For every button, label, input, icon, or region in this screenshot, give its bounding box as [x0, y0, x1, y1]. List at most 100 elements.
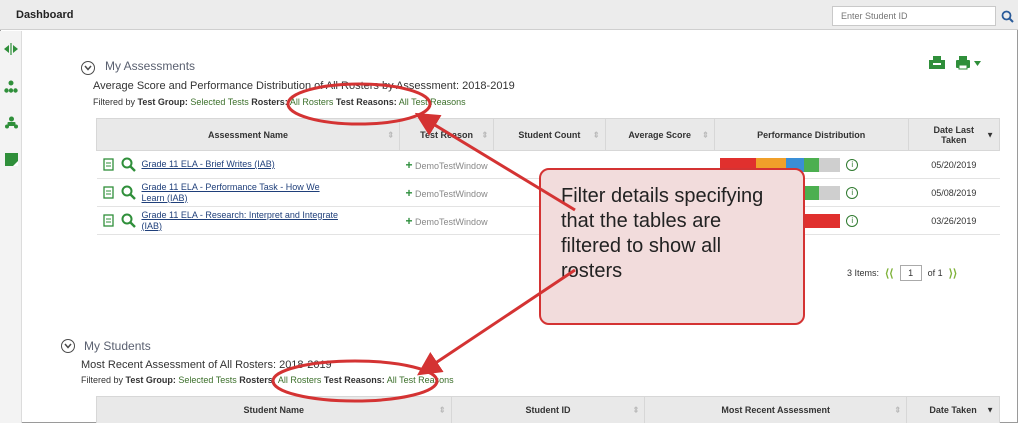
- note-icon: [4, 152, 18, 166]
- test-reason: DemoTestWindow: [415, 160, 488, 171]
- filter-reasons-label: Test Reasons:: [335, 97, 397, 107]
- sort-icon: ⇕: [481, 130, 489, 139]
- sort-icon: ⇕: [592, 130, 600, 139]
- filter-test-group-value: Selected Tests: [178, 375, 237, 385]
- page-title: Dashboard: [16, 9, 74, 21]
- performance-segment: [818, 157, 841, 172]
- col-date-taken[interactable]: Date Taken ▼: [906, 396, 1000, 423]
- students-collapse-toggle[interactable]: [61, 339, 75, 353]
- col-most-recent-assessment[interactable]: Most Recent Assessment ⇕: [644, 396, 908, 423]
- students-table: Student Name ⇕ Student ID ⇕ Most Recent As…: [96, 396, 1000, 423]
- chevron-down-icon: [84, 65, 92, 71]
- col-label: Date Taken: [929, 405, 977, 415]
- document-icon[interactable]: [102, 214, 115, 227]
- items-count: 3 Items:: [847, 268, 880, 278]
- col-label: Student ID: [525, 405, 571, 415]
- col-date-last-taken[interactable]: Date Last Taken ▼: [907, 118, 1001, 151]
- col-average-score[interactable]: Average Score ⇕: [604, 118, 715, 151]
- filter-prefix: Filtered by: [93, 97, 136, 107]
- info-icon[interactable]: i: [846, 214, 859, 227]
- document-icon[interactable]: [102, 158, 115, 171]
- performance-segment: [804, 185, 819, 200]
- filter-reasons-value: All Test Reasons: [398, 97, 466, 107]
- sort-icon: ⇕: [894, 405, 902, 415]
- annotation-callout: Filter details specifying that the table…: [539, 168, 805, 325]
- page-number-input[interactable]: 1: [899, 265, 922, 281]
- date-last-taken: 03/26/2019: [908, 206, 1000, 235]
- assessment-link[interactable]: Grade 11 ELA - Performance Task - How We…: [142, 182, 342, 204]
- export-icon: [929, 56, 945, 69]
- callout-text: Filter details specifying that the table…: [561, 185, 764, 282]
- rosters-button[interactable]: [3, 79, 19, 95]
- date-last-taken: 05/20/2019: [908, 150, 1000, 179]
- performance-segment: [818, 185, 841, 200]
- test-reason: DemoTestWindow: [415, 188, 488, 199]
- magnify-chart-icon[interactable]: [121, 185, 136, 200]
- col-label: Date Last Taken: [933, 124, 975, 145]
- next-page-icon[interactable]: ⟩⟩: [949, 267, 958, 280]
- col-test-reason[interactable]: Test Reason ⇕: [399, 118, 495, 151]
- search-icon: [1001, 10, 1014, 23]
- col-label: Most Recent Assessment: [721, 405, 831, 415]
- expand-collapse-button[interactable]: [3, 41, 19, 57]
- magnify-chart-icon[interactable]: [121, 157, 136, 172]
- col-student-name[interactable]: Student Name ⇕: [96, 396, 452, 423]
- info-icon[interactable]: i: [846, 186, 859, 199]
- assessments-collapse-toggle[interactable]: [81, 61, 95, 75]
- chevron-down-icon: [64, 343, 72, 349]
- col-label: Performance Distribution: [757, 129, 866, 140]
- col-performance-distribution: Performance Distribution: [713, 118, 909, 151]
- performance-segment: [804, 157, 819, 172]
- people-icon: [4, 116, 18, 129]
- hierarchy-icon: [4, 80, 18, 93]
- assessments-filter-details: Filtered by Test Group: Selected Tests R…: [93, 97, 466, 107]
- filter-test-group-value: Selected Tests: [190, 97, 249, 107]
- sort-icon: ⇕: [632, 405, 640, 415]
- filter-reasons-value: All Test Reasons: [386, 375, 454, 385]
- test-reason: DemoTestWindow: [415, 216, 488, 227]
- printer-icon: [956, 56, 981, 70]
- filter-test-group-label: Test Group:: [137, 97, 188, 107]
- sort-desc-icon: ▼: [986, 405, 994, 415]
- col-label: Student Name: [243, 405, 305, 415]
- sort-icon: ⇕: [438, 405, 446, 415]
- prev-page-icon[interactable]: ⟨⟨: [885, 267, 894, 280]
- col-student-id[interactable]: Student ID ⇕: [450, 396, 646, 423]
- print-menu-button[interactable]: [953, 54, 983, 72]
- assessments-section-title: My Assessments: [105, 59, 196, 73]
- students-section-title: My Students: [84, 339, 151, 353]
- search-button[interactable]: [999, 6, 1016, 26]
- add-icon[interactable]: +: [406, 186, 413, 200]
- assessments-subtitle: Average Score and Performance Distributi…: [93, 80, 515, 92]
- info-icon[interactable]: i: [846, 158, 859, 171]
- col-assessment-name[interactable]: Assessment Name ⇕: [95, 118, 401, 151]
- sort-desc-icon: ▼: [986, 130, 994, 139]
- student-id-input[interactable]: [833, 7, 995, 25]
- assessment-link[interactable]: Grade 11 ELA - Brief Writes (IAB): [142, 159, 275, 170]
- add-icon[interactable]: +: [406, 158, 413, 172]
- filter-test-group-label: Test Group:: [125, 375, 176, 385]
- groups-button[interactable]: [3, 115, 19, 131]
- date-last-taken: 05/08/2019: [908, 178, 1000, 207]
- left-rail: [0, 31, 22, 423]
- magnify-chart-icon[interactable]: [121, 213, 136, 228]
- pagination: 3 Items: ⟨⟨ 1 of 1 ⟩⟩: [847, 265, 957, 281]
- add-icon[interactable]: +: [406, 214, 413, 228]
- filter-prefix: Filtered by: [81, 375, 124, 385]
- notes-button[interactable]: [3, 151, 19, 167]
- filter-rosters-value: All Rosters: [289, 97, 334, 107]
- document-icon[interactable]: [102, 186, 115, 199]
- filter-rosters-label: Rosters:: [239, 375, 276, 385]
- expand-arrows-icon: [4, 43, 18, 55]
- col-label: Assessment Name: [207, 129, 289, 140]
- student-id-search[interactable]: [832, 6, 996, 26]
- col-label: Test Reason: [420, 129, 474, 140]
- assessment-link[interactable]: Grade 11 ELA - Research: Interpret and I…: [142, 210, 342, 232]
- sort-icon: ⇕: [702, 130, 709, 139]
- col-student-count[interactable]: Student Count ⇕: [493, 118, 606, 151]
- export-button[interactable]: [926, 54, 948, 72]
- filter-reasons-label: Test Reasons:: [323, 375, 385, 385]
- sort-icon: ⇕: [387, 130, 395, 139]
- col-label: Student Count: [518, 129, 581, 140]
- students-subtitle: Most Recent Assessment of All Rosters: 2…: [81, 359, 332, 371]
